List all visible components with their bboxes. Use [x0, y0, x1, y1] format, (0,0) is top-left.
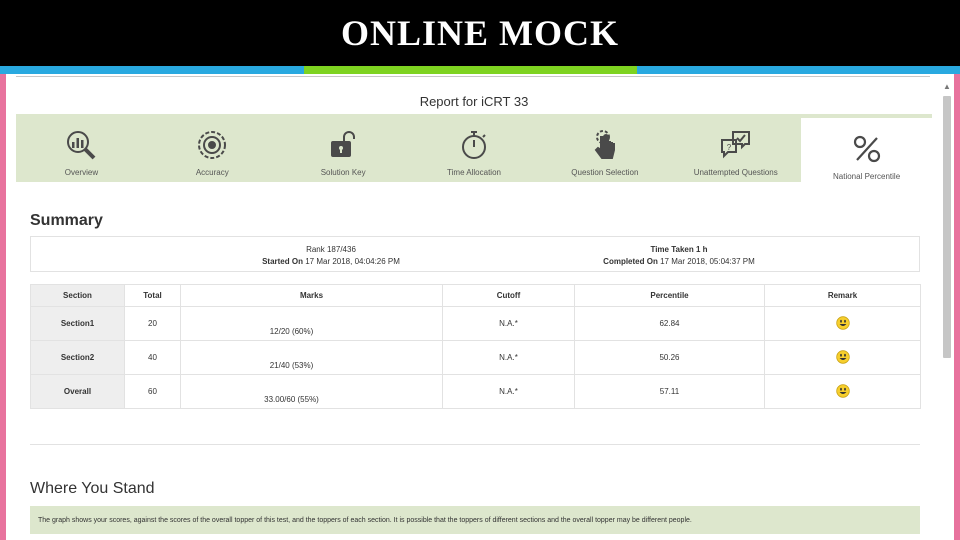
accent-segment	[160, 66, 304, 74]
percentile-cell: 57.11	[574, 374, 765, 409]
unlock-icon	[331, 131, 356, 157]
column-header: Remark	[764, 284, 921, 307]
table-header-row: Section Total Marks Cutoff Percentile Re…	[30, 284, 921, 307]
banner-title: ONLINE MOCK	[340, 13, 619, 53]
frame-top-line	[16, 76, 930, 77]
total-cell: 60	[124, 374, 181, 409]
rank-value: Rank 187/436	[306, 245, 356, 254]
column-header: Percentile	[574, 284, 765, 307]
section-divider	[30, 444, 920, 445]
analytics-magnifier-icon	[67, 131, 96, 160]
remark-cell	[764, 340, 921, 375]
marks-cell: 21/40 (53%)	[180, 340, 443, 375]
tab-label: Unattempted Questions	[693, 168, 778, 177]
marks-cell: 33.00/60 (55%)	[180, 374, 443, 409]
cutoff-cell: N.A.*	[442, 340, 575, 375]
cutoff-cell: N.A.*	[442, 374, 575, 409]
tab-label: National Percentile	[833, 172, 901, 181]
column-header: Marks	[180, 284, 443, 307]
tab-label: Question Selection	[571, 168, 639, 177]
tab-unattempted-questions[interactable]: ? Unattempted Questions	[670, 114, 801, 182]
time-info: Time Taken 1 h Completed On 17 Mar 2018,…	[559, 244, 799, 268]
right-border	[954, 74, 960, 540]
started-label: Started On	[262, 257, 303, 266]
table-row: Section2 40 21/40 (53%) N.A.* 50.26	[30, 340, 921, 375]
rank-box: Rank 187/436 Started On 17 Mar 2018, 04:…	[30, 236, 920, 272]
svg-text:?: ?	[726, 143, 731, 152]
table-row: Section1 20 12/20 (60%) N.A.* 62.84	[30, 306, 921, 341]
tab-label: Solution Key	[320, 168, 366, 177]
tab-label: Time Allocation	[447, 168, 501, 177]
column-header: Section	[30, 284, 125, 307]
tab-accuracy[interactable]: Accuracy	[147, 114, 278, 182]
started-value: 17 Mar 2018, 04:04:26 PM	[305, 257, 400, 266]
where-you-stand-title: Where You Stand	[30, 480, 155, 497]
tab-national-percentile[interactable]: National Percentile	[801, 118, 933, 182]
completed-label: Completed On	[603, 257, 658, 266]
report-tabs: Overview Accuracy Solution Key Time Allo…	[16, 114, 933, 182]
smiley-icon	[835, 383, 850, 398]
tab-label: Overview	[64, 168, 99, 177]
slide-banner: ONLINE MOCK	[0, 0, 960, 66]
remark-cell	[764, 374, 921, 409]
tab-overview[interactable]: Overview	[16, 114, 147, 182]
scroll-thumb[interactable]	[943, 96, 951, 358]
column-header: Total	[124, 284, 181, 307]
chat-question-icon: ?	[720, 131, 750, 159]
total-cell: 40	[124, 340, 181, 375]
smiley-icon	[835, 349, 850, 364]
graph-note: The graph shows your scores, against the…	[30, 506, 920, 534]
percent-icon	[853, 135, 880, 163]
cutoff-cell: N.A.*	[442, 306, 575, 341]
report-title: Report for iCRT 33	[419, 94, 529, 109]
tab-label: Accuracy	[195, 168, 229, 177]
accent-segment	[637, 66, 960, 74]
percentile-cell: 62.84	[574, 306, 765, 341]
pointer-hand-icon	[594, 130, 615, 159]
rank-info: Rank 187/436 Started On 17 Mar 2018, 04:…	[211, 244, 451, 268]
vertical-scrollbar[interactable]: ▲	[942, 82, 952, 540]
marks-cell: 12/20 (60%)	[180, 306, 443, 341]
accent-segment	[0, 66, 160, 74]
accent-bar	[0, 66, 960, 74]
percentile-cell: 50.26	[574, 340, 765, 375]
section-cell: Overall	[30, 374, 125, 409]
summary-title: Summary	[30, 212, 103, 229]
stopwatch-icon	[462, 131, 486, 159]
remark-cell	[764, 306, 921, 341]
column-header: Cutoff	[442, 284, 575, 307]
accent-segment	[304, 66, 637, 74]
time-taken: Time Taken 1 h	[650, 245, 708, 254]
scroll-up-icon[interactable]: ▲	[942, 82, 952, 92]
tab-time-allocation[interactable]: Time Allocation	[409, 114, 540, 182]
section-cell: Section1	[30, 306, 125, 341]
report-frame: ▲ Report for iCRT 33 Overview Accuracy S…	[6, 74, 954, 540]
smiley-icon	[835, 315, 850, 330]
target-icon	[198, 131, 227, 159]
tab-question-selection[interactable]: Question Selection	[539, 114, 670, 182]
section-cell: Section2	[30, 340, 125, 375]
results-table: Section Total Marks Cutoff Percentile Re…	[30, 284, 921, 409]
tab-solution-key[interactable]: Solution Key	[278, 114, 409, 182]
table-row: Overall 60 33.00/60 (55%) N.A.* 57.11	[30, 374, 921, 409]
completed-value: 17 Mar 2018, 05:04:37 PM	[660, 257, 755, 266]
total-cell: 20	[124, 306, 181, 341]
graph-note-text: The graph shows your scores, against the…	[38, 516, 692, 524]
